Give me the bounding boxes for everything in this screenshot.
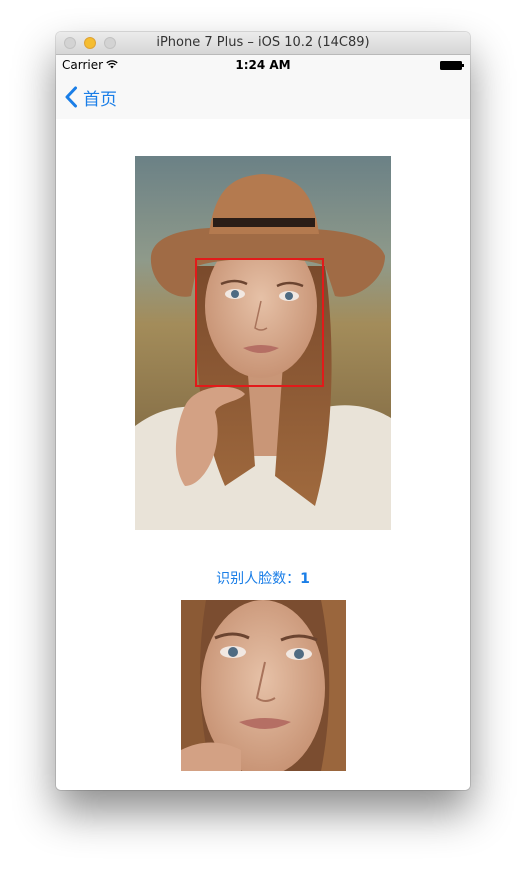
- back-button-label: 首页: [83, 89, 117, 110]
- status-time: 1:24 AM: [235, 58, 291, 72]
- detected-face-crop: [181, 600, 346, 771]
- source-photo: [135, 156, 391, 530]
- chevron-left-icon: [65, 86, 77, 108]
- window-title: iPhone 7 Plus – iOS 10.2 (14C89): [156, 35, 370, 50]
- face-count-value: 1: [300, 571, 310, 587]
- simulator-window: iPhone 7 Plus – iOS 10.2 (14C89) Carrier…: [56, 32, 470, 790]
- face-detection-box: [195, 258, 324, 387]
- back-button[interactable]: 首页: [64, 75, 117, 119]
- battery-icon: [440, 61, 464, 70]
- ios-status-bar: Carrier 1:24 AM: [56, 55, 470, 75]
- title-bar: iPhone 7 Plus – iOS 10.2 (14C89): [56, 32, 470, 55]
- content-area: 识别人脸数：1: [56, 119, 470, 790]
- navigation-bar: 首页: [56, 75, 470, 119]
- face-count-text: 识别人脸数：: [216, 571, 301, 587]
- face-count-label: 识别人脸数：1: [56, 568, 470, 588]
